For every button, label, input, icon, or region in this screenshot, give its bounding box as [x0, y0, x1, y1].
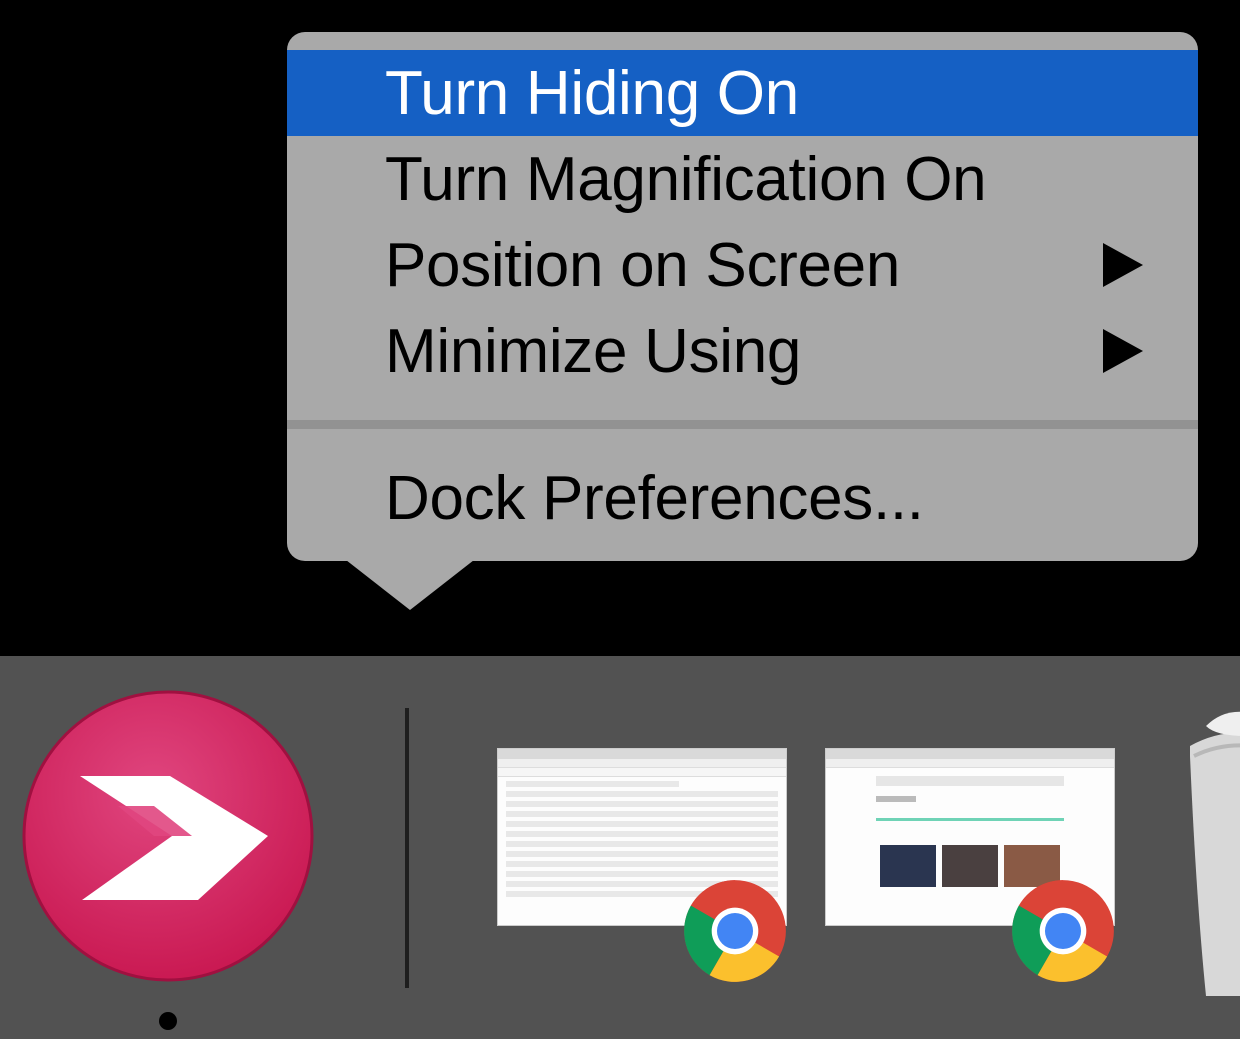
menu-item-dock-preferences[interactable]: Dock Preferences... — [287, 443, 1198, 553]
chrome-icon — [684, 880, 786, 982]
menu-item-label: Turn Hiding On — [385, 58, 799, 128]
submenu-arrow-icon — [1103, 329, 1143, 373]
menu-item-minimize-using[interactable]: Minimize Using — [287, 308, 1198, 394]
skitch-icon[interactable] — [22, 690, 314, 982]
dock-context-menu: Turn Hiding On Turn Magnification On Pos… — [287, 32, 1198, 561]
submenu-arrow-icon — [1103, 243, 1143, 287]
thumb-photo — [942, 845, 998, 887]
menu-separator — [287, 420, 1198, 429]
thumb-header — [876, 776, 1064, 786]
menu-item-label: Position on Screen — [385, 230, 901, 300]
menu-item-position-on-screen[interactable]: Position on Screen — [287, 222, 1198, 308]
chrome-icon — [1012, 880, 1114, 982]
menu-item-turn-hiding-on[interactable]: Turn Hiding On — [287, 50, 1198, 136]
thumb-photo — [880, 845, 936, 887]
thumb-tab-underline — [876, 818, 1064, 821]
dock-divider — [405, 708, 409, 988]
dock — [0, 656, 1240, 1039]
trash-icon[interactable] — [1186, 696, 1240, 996]
menu-pointer — [346, 560, 474, 610]
menu-item-turn-magnification-on[interactable]: Turn Magnification On — [287, 136, 1198, 222]
menu-item-label: Turn Magnification On — [385, 144, 987, 214]
running-indicator — [159, 1012, 177, 1030]
menu-item-label: Dock Preferences... — [385, 463, 924, 533]
thumb-title — [876, 796, 916, 802]
menu-item-label: Minimize Using — [385, 316, 802, 386]
